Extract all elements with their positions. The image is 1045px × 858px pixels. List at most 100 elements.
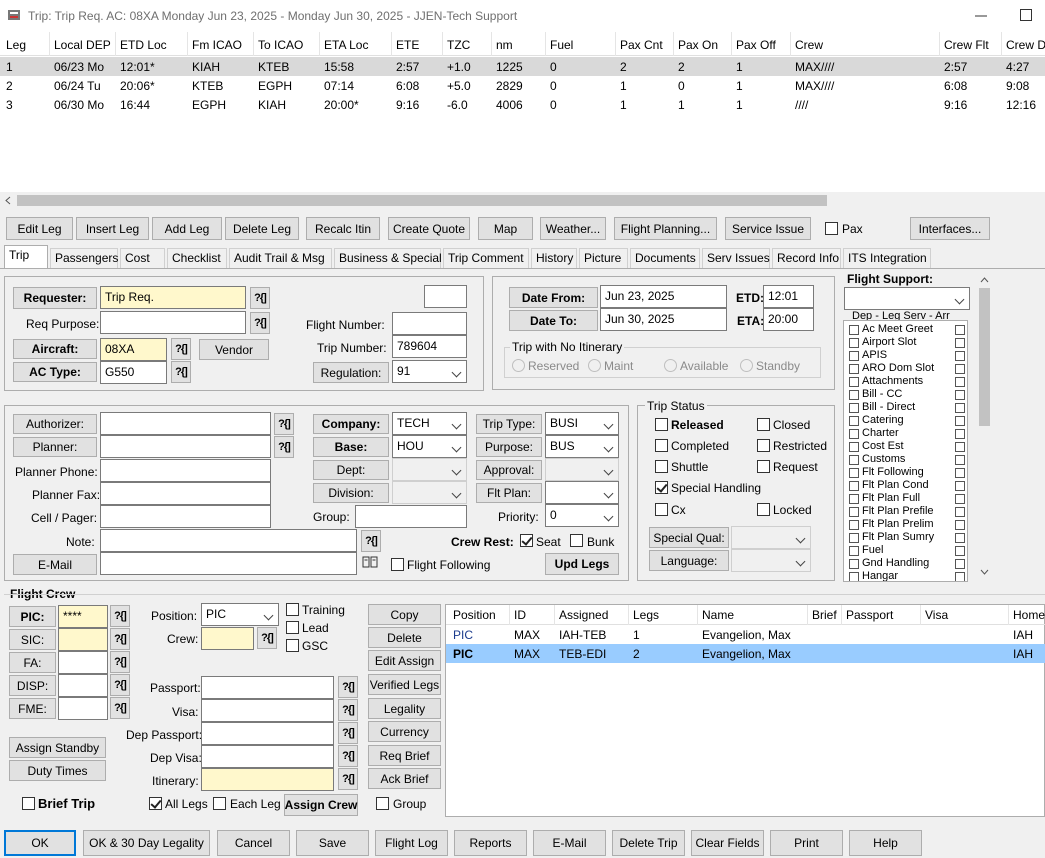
authorizer-button[interactable]: Authorizer: bbox=[13, 414, 97, 434]
lookup-icon[interactable]: ?{] bbox=[361, 530, 381, 552]
tab-trip[interactable]: Trip bbox=[4, 245, 48, 269]
tab-checklist[interactable]: Checklist bbox=[167, 248, 227, 268]
tab-history[interactable]: History bbox=[531, 248, 577, 268]
chevron-left-icon[interactable] bbox=[4, 196, 12, 205]
visa-input[interactable] bbox=[201, 699, 334, 722]
base-select[interactable]: HOU bbox=[392, 435, 467, 458]
planner-button[interactable]: Planner: bbox=[13, 437, 97, 457]
recalc-itin-button[interactable]: Recalc Itin bbox=[306, 217, 380, 240]
requester-input[interactable]: Trip Req. bbox=[100, 286, 246, 309]
arr-service-checkbox[interactable] bbox=[955, 351, 965, 361]
copy-button[interactable]: Copy bbox=[368, 604, 441, 625]
chevron-up-icon[interactable] bbox=[980, 276, 989, 284]
column-header[interactable]: Brief bbox=[812, 608, 837, 622]
vendor-button[interactable]: Vendor bbox=[199, 339, 269, 360]
dep-service-checkbox[interactable] bbox=[849, 494, 859, 504]
group-checkbox[interactable] bbox=[376, 797, 389, 810]
flight-planning-button[interactable]: Flight Planning... bbox=[614, 217, 717, 240]
dep-service-checkbox[interactable] bbox=[849, 325, 859, 335]
tab-business-special[interactable]: Business & Special bbox=[334, 248, 442, 268]
division-select[interactable] bbox=[392, 481, 467, 504]
column-header[interactable]: Home bbox=[1013, 608, 1045, 622]
reserved-radio[interactable] bbox=[512, 359, 525, 372]
dep-service-checkbox[interactable] bbox=[849, 403, 859, 413]
email-footer-button[interactable]: E-Mail bbox=[533, 830, 606, 856]
table-row[interactable]: 1 06/23 Mo 12:01* KIAH KTEB 15:58 2:57 +1.0 1225… bbox=[0, 57, 1045, 76]
approval-button[interactable]: Approval: bbox=[476, 460, 542, 480]
brief-trip-checkbox[interactable] bbox=[22, 797, 35, 810]
sic-button[interactable]: SIC: bbox=[9, 629, 56, 650]
email-button[interactable]: E-Mail bbox=[13, 554, 97, 575]
cx-checkbox[interactable] bbox=[655, 503, 668, 516]
horizontal-scrollbar[interactable] bbox=[0, 192, 1045, 209]
scrollbar-thumb[interactable] bbox=[17, 195, 827, 206]
vertical-scrollbar[interactable] bbox=[976, 272, 993, 582]
maint-radio[interactable] bbox=[588, 359, 601, 372]
date-to-input[interactable]: Jun 30, 2025 bbox=[600, 308, 727, 331]
tab-cost[interactable]: Cost bbox=[120, 248, 165, 268]
planner-input[interactable] bbox=[100, 435, 271, 458]
edit-assign-button[interactable]: Edit Assign bbox=[368, 650, 441, 671]
arr-service-checkbox[interactable] bbox=[955, 481, 965, 491]
lookup-icon[interactable]: ?{] bbox=[338, 676, 358, 698]
column-header[interactable]: Legs bbox=[633, 608, 659, 622]
dep-service-checkbox[interactable] bbox=[849, 520, 859, 530]
sic-input[interactable] bbox=[58, 628, 108, 651]
lookup-icon[interactable]: ?{] bbox=[274, 436, 294, 458]
passport-input[interactable] bbox=[201, 676, 334, 699]
arr-service-checkbox[interactable] bbox=[955, 455, 965, 465]
save-button[interactable]: Save bbox=[296, 830, 369, 856]
division-button[interactable]: Division: bbox=[313, 483, 389, 503]
special-qual-select[interactable] bbox=[731, 526, 811, 549]
column-header[interactable]: ETA Loc bbox=[324, 38, 368, 52]
dep-service-checkbox[interactable] bbox=[849, 364, 859, 374]
dep-visa-input[interactable] bbox=[201, 745, 334, 768]
email-input[interactable] bbox=[100, 552, 357, 575]
locked-checkbox[interactable] bbox=[757, 503, 770, 516]
create-quote-button[interactable]: Create Quote bbox=[388, 217, 470, 240]
lookup-icon[interactable]: ?{] bbox=[250, 287, 270, 309]
column-header[interactable]: TZC bbox=[447, 38, 470, 52]
print-button[interactable]: Print bbox=[770, 830, 843, 856]
dep-service-checkbox[interactable] bbox=[849, 442, 859, 452]
aircraft-input[interactable]: 08XA bbox=[100, 338, 167, 361]
crew-grid[interactable]: Position ID Assigned Legs Name Brief Passport V… bbox=[445, 604, 1045, 817]
minimize-icon[interactable] bbox=[974, 9, 988, 23]
column-header[interactable]: nm bbox=[496, 38, 513, 52]
itinerary-input[interactable] bbox=[201, 768, 334, 791]
table-row[interactable]: PIC MAX IAH-TEB 1 Evangelion, Max IAH bbox=[446, 625, 1045, 644]
arr-service-checkbox[interactable] bbox=[955, 338, 965, 348]
column-header[interactable]: Local DEP bbox=[54, 38, 111, 52]
trip-number-input[interactable]: 789604 bbox=[392, 335, 467, 358]
lookup-icon[interactable]: ?{] bbox=[274, 413, 294, 435]
arr-service-checkbox[interactable] bbox=[955, 416, 965, 426]
pax-checkbox[interactable] bbox=[825, 222, 838, 235]
lookup-icon[interactable]: ?{] bbox=[338, 722, 358, 744]
regulation-button[interactable]: Regulation: bbox=[313, 362, 389, 383]
column-header[interactable]: Fuel bbox=[550, 38, 573, 52]
position-select[interactable]: PIC bbox=[201, 603, 279, 626]
arr-service-checkbox[interactable] bbox=[955, 546, 965, 556]
tab-its-integration[interactable]: ITS Integration bbox=[843, 248, 931, 268]
dep-service-checkbox[interactable] bbox=[849, 429, 859, 439]
table-row[interactable]: PIC MAX TEB-EDI 2 Evangelion, Max IAH bbox=[446, 644, 1045, 663]
service-item[interactable]: Hangar bbox=[844, 570, 967, 581]
arr-service-checkbox[interactable] bbox=[955, 468, 965, 478]
flight-support-select[interactable] bbox=[844, 287, 970, 310]
arr-service-checkbox[interactable] bbox=[955, 494, 965, 504]
lookup-icon[interactable]: ?{] bbox=[110, 628, 130, 650]
column-header[interactable]: To ICAO bbox=[258, 38, 303, 52]
fme-button[interactable]: FME: bbox=[9, 698, 56, 719]
service-issue-button[interactable]: Service Issue bbox=[725, 217, 811, 240]
column-header[interactable]: ID bbox=[514, 608, 526, 622]
tab-audit-trail-msg[interactable]: Audit Trail & Msg bbox=[229, 248, 332, 268]
lookup-icon[interactable]: ?{] bbox=[171, 338, 191, 360]
clear-fields-button[interactable]: Clear Fields bbox=[691, 830, 764, 856]
duty-times-button[interactable]: Duty Times bbox=[9, 760, 106, 781]
disp-button[interactable]: DISP: bbox=[9, 675, 56, 696]
delete-crew-button[interactable]: Delete bbox=[368, 627, 441, 648]
arr-service-checkbox[interactable] bbox=[955, 325, 965, 335]
tab-record-info[interactable]: Record Info bbox=[772, 248, 841, 268]
delete-leg-button[interactable]: Delete Leg bbox=[225, 217, 299, 240]
lookup-icon[interactable]: ?{] bbox=[110, 605, 130, 627]
